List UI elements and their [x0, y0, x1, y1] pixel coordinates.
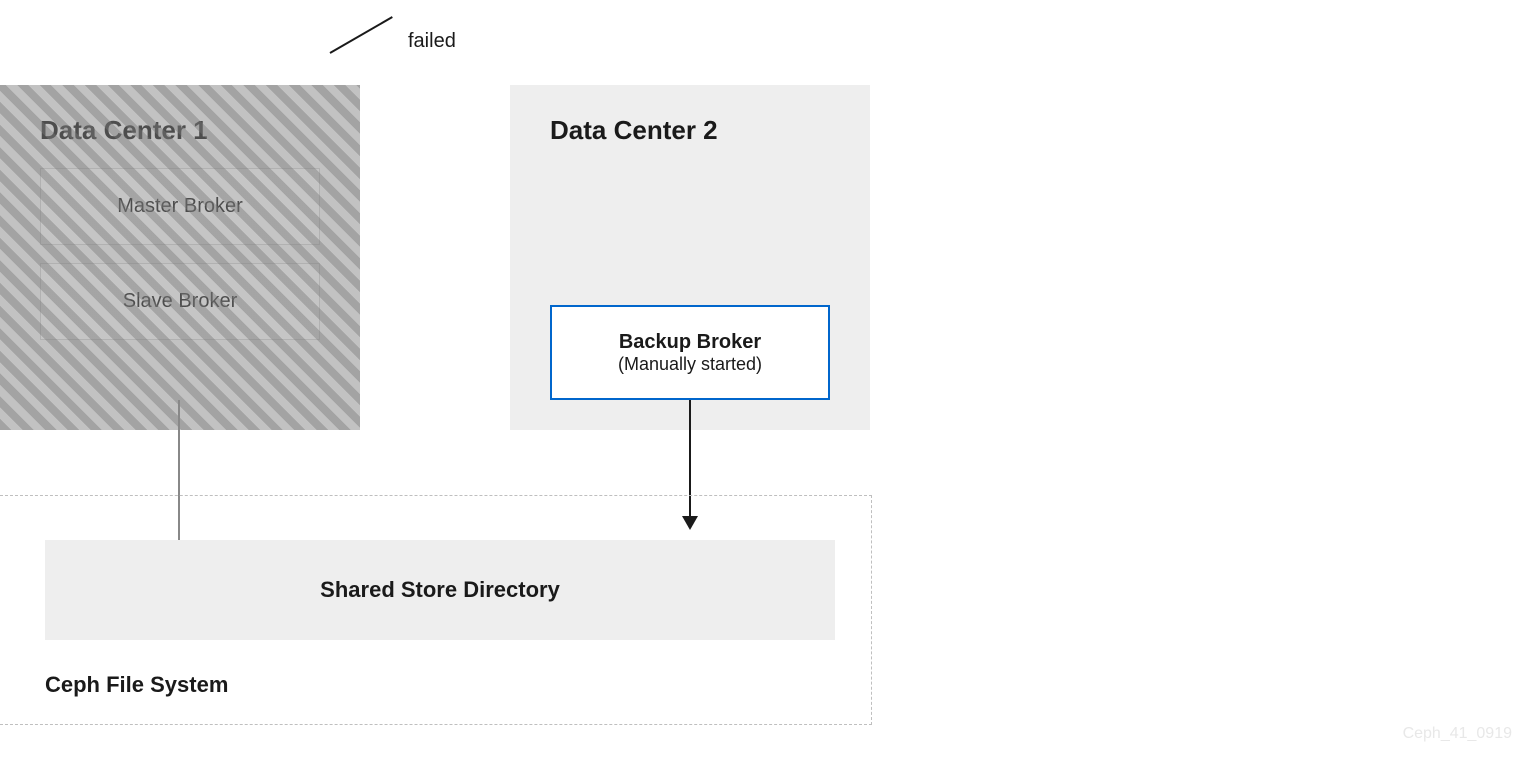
data-center-1-title: Data Center 1: [40, 115, 320, 146]
slave-broker-box: Slave Broker: [40, 263, 320, 340]
failed-annotation: failed: [408, 30, 456, 53]
watermark-label: Ceph_41_0919: [1403, 725, 1512, 743]
backup-broker-subtitle: (Manually started): [618, 354, 762, 375]
diagram-canvas: failed Data Center 1 Master Broker Slave…: [0, 0, 1520, 761]
data-center-1: Data Center 1 Master Broker Slave Broker: [0, 85, 360, 430]
data-center-2-title: Data Center 2: [550, 115, 830, 146]
ceph-file-system-label: Ceph File System: [45, 672, 228, 698]
failed-annotation-line: [330, 16, 393, 54]
master-broker-box: Master Broker: [40, 168, 320, 245]
shared-store-directory: Shared Store Directory: [45, 540, 835, 640]
backup-broker-title: Backup Broker: [619, 331, 761, 354]
backup-broker-box: Backup Broker (Manually started): [550, 305, 830, 400]
